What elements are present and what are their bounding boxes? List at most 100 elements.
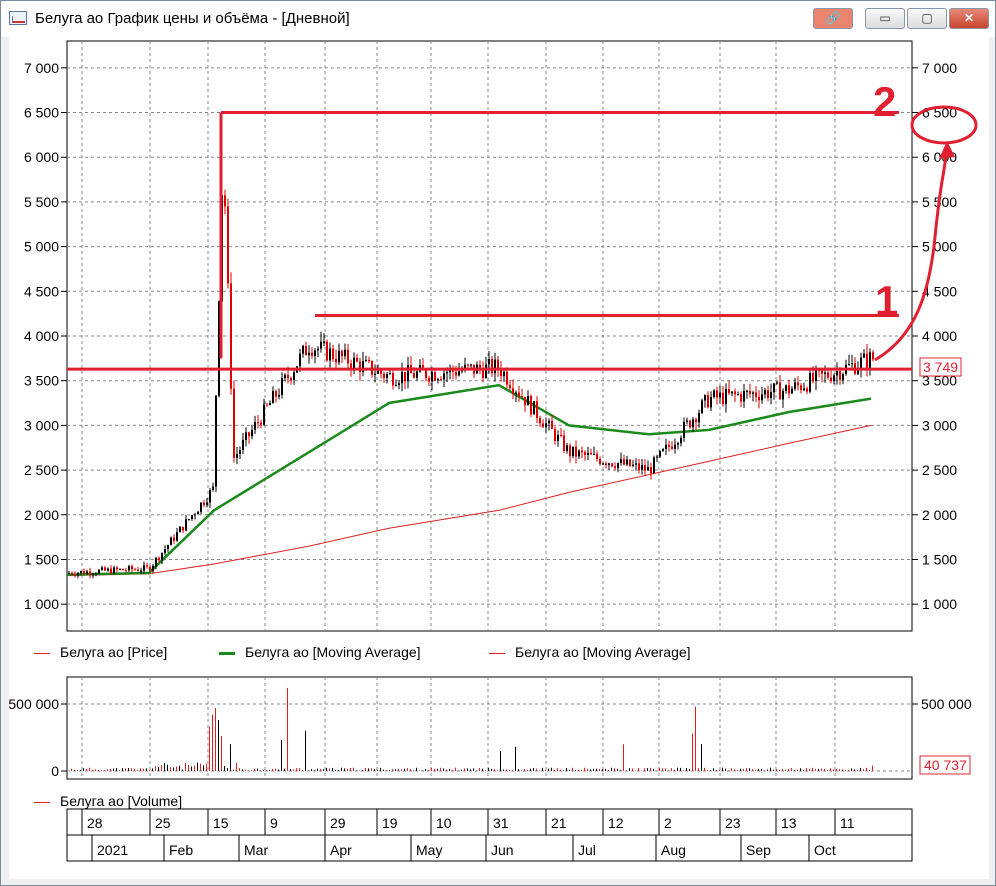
candle-body xyxy=(446,372,448,374)
volume-bar xyxy=(320,769,321,771)
volume-bar xyxy=(230,744,231,771)
maximize-button[interactable]: ▢ xyxy=(907,8,947,29)
volume-bar xyxy=(233,769,234,771)
volume-bar xyxy=(533,767,534,771)
volume-bar xyxy=(596,768,597,771)
chart-window: Белуга ао График цены и объёма - [Дневно… xyxy=(0,0,996,886)
legend-ma-red-swatch xyxy=(489,652,505,654)
price-tick-label: 2 000 xyxy=(24,507,59,523)
candle-body xyxy=(92,574,94,576)
volume-bar xyxy=(617,768,618,771)
volume-bar xyxy=(683,770,684,771)
volume-bar xyxy=(842,769,843,771)
candle-body xyxy=(392,373,394,386)
candle-body xyxy=(776,382,778,384)
candle-body xyxy=(254,422,256,430)
candle-body xyxy=(509,384,511,389)
volume-bar xyxy=(158,766,159,771)
volume-bar xyxy=(227,767,228,771)
candle-body xyxy=(440,379,442,381)
volume-bar xyxy=(200,763,201,771)
title-bar[interactable]: Белуга ао График цены и объёма - [Дневно… xyxy=(1,1,995,37)
volume-bar xyxy=(143,768,144,771)
time-axis[interactable]: 28 25 15 9 29 19 10 31 21 12 2 23 13 11 2021 Feb Mar Apr M… xyxy=(66,808,913,862)
volume-bar xyxy=(302,769,303,771)
candle-body xyxy=(179,526,181,533)
time-axis-day-label: 25 xyxy=(155,815,171,831)
volume-bar xyxy=(680,767,681,771)
volume-bar xyxy=(89,767,90,771)
volume-bar xyxy=(323,769,324,771)
close-button[interactable]: ✕ xyxy=(949,8,989,29)
volume-bar xyxy=(173,767,174,771)
candle-body xyxy=(68,572,70,574)
candle-body xyxy=(524,397,526,406)
price-volume-chart[interactable]: 7 000 6 500 6 000 5 500 5 000 4 500 4 000 3 500… xyxy=(9,37,989,879)
candle-body xyxy=(785,385,787,391)
candle-body xyxy=(242,440,244,451)
volume-bar xyxy=(74,769,75,771)
candle-body xyxy=(161,552,163,561)
candle-body xyxy=(521,396,523,398)
volume-bar xyxy=(389,770,390,771)
candle-body xyxy=(716,390,718,398)
volume-bar xyxy=(191,766,192,771)
volume-bar xyxy=(779,769,780,771)
volume-bar xyxy=(734,769,735,771)
candle-body xyxy=(704,395,706,401)
candle-body xyxy=(137,569,139,571)
volume-bar xyxy=(371,768,372,771)
candle-body xyxy=(335,358,337,363)
legend-ma-green: Белуга ао [Moving Average] xyxy=(219,644,421,660)
candle-body xyxy=(581,450,583,453)
candle-body xyxy=(488,359,490,365)
volume-bar xyxy=(131,768,132,771)
volume-bar xyxy=(494,769,495,771)
candle-body xyxy=(404,371,406,382)
candle-body xyxy=(782,390,784,400)
candle-body xyxy=(338,350,340,363)
volume-bar xyxy=(104,770,105,771)
volume-bar xyxy=(275,768,276,771)
candle-body xyxy=(374,373,376,375)
candle-body xyxy=(848,363,850,365)
candle-body xyxy=(542,423,544,428)
candle-body xyxy=(527,396,529,406)
volume-bar xyxy=(455,767,456,771)
time-axis-day-label: 2 xyxy=(664,815,672,831)
volume-bar xyxy=(551,767,552,771)
volume-bar xyxy=(557,768,558,771)
candle-body xyxy=(626,459,628,465)
candle-body xyxy=(209,490,211,503)
volume-bar xyxy=(575,770,576,771)
candle-body xyxy=(311,352,313,356)
candle-body xyxy=(560,434,562,436)
candle-body xyxy=(353,357,355,369)
volume-bar xyxy=(167,764,168,771)
volume-bar xyxy=(335,770,336,771)
price-tick-label-right: 7 000 xyxy=(922,60,957,76)
volume-bar xyxy=(755,769,756,771)
candle-body xyxy=(146,565,148,567)
candle-body xyxy=(203,502,205,505)
volume-bar xyxy=(329,768,330,771)
volume-bar xyxy=(260,770,261,771)
link-button[interactable]: 🔗 xyxy=(813,8,853,29)
volume-bar xyxy=(812,767,813,771)
volume-bar xyxy=(374,768,375,771)
volume-bar xyxy=(584,767,585,771)
volume-bar xyxy=(179,765,180,771)
candle-body xyxy=(308,352,310,356)
volume-bar xyxy=(563,770,564,771)
minimize-button[interactable]: ▭ xyxy=(865,8,905,29)
volume-bar xyxy=(788,768,789,771)
volume-bar xyxy=(647,768,648,771)
volume-bar xyxy=(113,768,114,771)
candle-body xyxy=(806,388,808,392)
volume-bar xyxy=(359,770,360,771)
candle-body xyxy=(869,352,871,368)
candle-body xyxy=(764,390,766,395)
volume-bar xyxy=(218,720,219,771)
candle-body xyxy=(551,420,553,429)
volume-bar xyxy=(743,768,744,771)
